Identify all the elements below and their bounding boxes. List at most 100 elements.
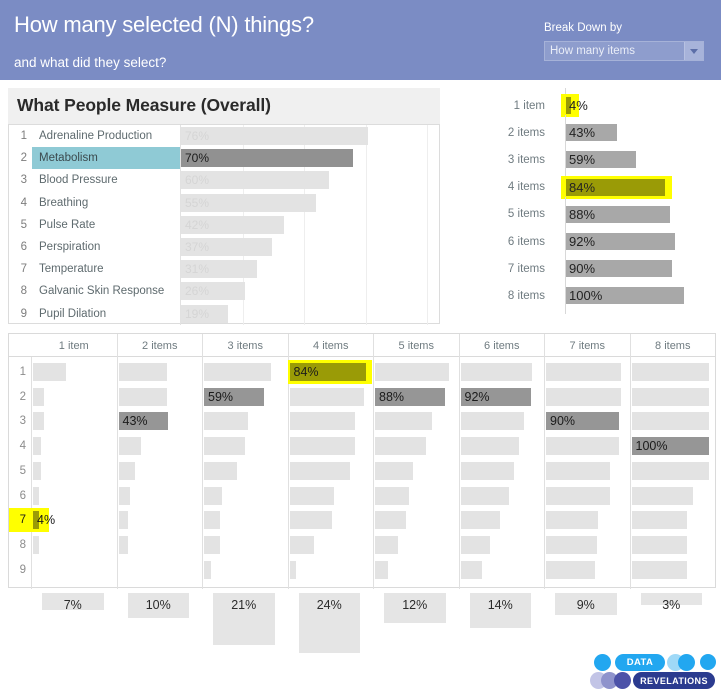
matrix-cell[interactable]: [631, 508, 716, 532]
matrix-cell[interactable]: [118, 558, 203, 582]
matrix-cell[interactable]: [631, 484, 716, 508]
matrix-cell[interactable]: [631, 459, 716, 483]
matrix-cell[interactable]: [545, 434, 630, 458]
matrix-cell[interactable]: [32, 360, 117, 384]
matrix-cell[interactable]: [289, 533, 374, 557]
items-row[interactable]: 1 item 4%: [455, 88, 717, 124]
items-row[interactable]: 2 items 43%: [455, 115, 717, 151]
matrix-cell[interactable]: [460, 409, 545, 433]
matrix-cell[interactable]: [374, 434, 459, 458]
matrix-cell[interactable]: [374, 558, 459, 582]
matrix-cell[interactable]: [631, 558, 716, 582]
measure-label[interactable]: Temperature: [32, 258, 180, 280]
matrix-cell[interactable]: [460, 434, 545, 458]
measure-row[interactable]: 3 Blood Pressure 60%: [9, 169, 439, 192]
measure-label[interactable]: Breathing: [32, 192, 180, 214]
total-column[interactable]: 7%: [42, 589, 104, 659]
measure-label[interactable]: Pupil Dilation: [32, 303, 180, 325]
matrix-column-header[interactable]: 7 items: [544, 334, 630, 357]
matrix-cell[interactable]: [545, 360, 630, 384]
matrix-cell[interactable]: 88%: [374, 385, 459, 409]
matrix-cell[interactable]: [203, 484, 288, 508]
matrix-cell[interactable]: [545, 533, 630, 557]
measure-row[interactable]: 9 Pupil Dilation 19%: [9, 302, 439, 325]
measure-label[interactable]: Pulse Rate: [32, 214, 180, 236]
chevron-down-icon[interactable]: [684, 42, 703, 60]
items-row[interactable]: 5 items 88%: [455, 196, 717, 232]
matrix-cell[interactable]: 90%: [545, 409, 630, 433]
matrix-cell[interactable]: [460, 533, 545, 557]
matrix-cell[interactable]: [203, 459, 288, 483]
measure-label[interactable]: Metabolism: [32, 147, 180, 170]
matrix-cell[interactable]: [32, 484, 117, 508]
matrix-cell[interactable]: [545, 459, 630, 483]
matrix-cell[interactable]: 4%: [31, 508, 117, 533]
matrix-cell[interactable]: 43%: [118, 409, 203, 433]
matrix-cell[interactable]: [460, 459, 545, 483]
matrix-cell[interactable]: 100%: [631, 434, 716, 458]
matrix-cell[interactable]: [631, 360, 716, 384]
measure-row[interactable]: 2 Metabolism 70%: [9, 147, 439, 170]
items-row[interactable]: 4 items 84%: [455, 169, 717, 205]
measure-label[interactable]: Blood Pressure: [32, 169, 180, 191]
matrix-cell[interactable]: [203, 533, 288, 557]
matrix-cell[interactable]: [460, 484, 545, 508]
matrix-cell[interactable]: [203, 434, 288, 458]
matrix-cell[interactable]: [545, 508, 630, 532]
matrix-cell[interactable]: [32, 385, 117, 409]
matrix-column-header[interactable]: 4 items: [287, 334, 374, 357]
matrix-cell[interactable]: [203, 558, 288, 582]
matrix-cell[interactable]: [118, 434, 203, 458]
matrix-cell[interactable]: [203, 508, 288, 532]
matrix-column-header[interactable]: 8 items: [629, 334, 716, 357]
matrix-row-number[interactable]: 5: [9, 459, 31, 483]
matrix-row-number[interactable]: 1: [9, 360, 31, 384]
matrix-cell[interactable]: [631, 385, 716, 409]
matrix-cell[interactable]: [118, 508, 203, 532]
matrix-cell[interactable]: [32, 533, 117, 557]
matrix-cell[interactable]: [374, 533, 459, 557]
items-row[interactable]: 3 items 59%: [455, 142, 717, 178]
matrix-cell[interactable]: 84%: [287, 360, 374, 384]
total-column[interactable]: 9%: [555, 589, 617, 659]
matrix-row-number[interactable]: 3: [9, 409, 31, 433]
matrix-cell[interactable]: [289, 385, 374, 409]
matrix-cell[interactable]: [460, 360, 545, 384]
matrix-cell[interactable]: [203, 409, 288, 433]
matrix-cell[interactable]: [289, 484, 374, 508]
matrix-cell[interactable]: [545, 484, 630, 508]
matrix-row-number[interactable]: 8: [9, 533, 31, 557]
matrix-cell[interactable]: [118, 385, 203, 409]
matrix-cell[interactable]: [32, 558, 117, 582]
measure-row[interactable]: 5 Pulse Rate 42%: [9, 213, 439, 236]
measure-label[interactable]: Adrenaline Production: [32, 125, 180, 147]
items-row[interactable]: 6 items 92%: [455, 224, 717, 260]
breakdown-dropdown[interactable]: How many items: [544, 41, 704, 61]
matrix-cell[interactable]: [289, 409, 374, 433]
matrix-cell[interactable]: [289, 508, 374, 532]
total-column[interactable]: 24%: [298, 589, 360, 659]
matrix-cell[interactable]: [118, 533, 203, 557]
matrix-cell[interactable]: [32, 459, 117, 483]
matrix-cell[interactable]: [289, 434, 374, 458]
matrix-cell[interactable]: [545, 385, 630, 409]
measure-label[interactable]: Galvanic Skin Response: [32, 280, 180, 302]
matrix-row-number[interactable]: 6: [9, 484, 31, 508]
matrix-cell[interactable]: [460, 558, 545, 582]
measure-row[interactable]: 4 Breathing 55%: [9, 191, 439, 214]
matrix-cell[interactable]: 92%: [460, 385, 545, 409]
measure-row[interactable]: 7 Temperature 31%: [9, 258, 439, 281]
matrix-row-number[interactable]: 7: [9, 508, 31, 533]
matrix-cell[interactable]: [545, 558, 630, 582]
matrix-cell[interactable]: [374, 508, 459, 532]
matrix-column-header[interactable]: 3 items: [202, 334, 288, 357]
total-column[interactable]: 3%: [640, 589, 702, 659]
matrix-cell[interactable]: [374, 484, 459, 508]
matrix-cell[interactable]: [374, 360, 459, 384]
items-row[interactable]: 8 items 100%: [455, 278, 717, 314]
measure-row[interactable]: 8 Galvanic Skin Response 26%: [9, 280, 439, 303]
matrix-cell[interactable]: 59%: [203, 385, 288, 409]
total-column[interactable]: 21%: [213, 589, 275, 659]
matrix-cell[interactable]: [32, 434, 117, 458]
matrix-cell[interactable]: [118, 459, 203, 483]
